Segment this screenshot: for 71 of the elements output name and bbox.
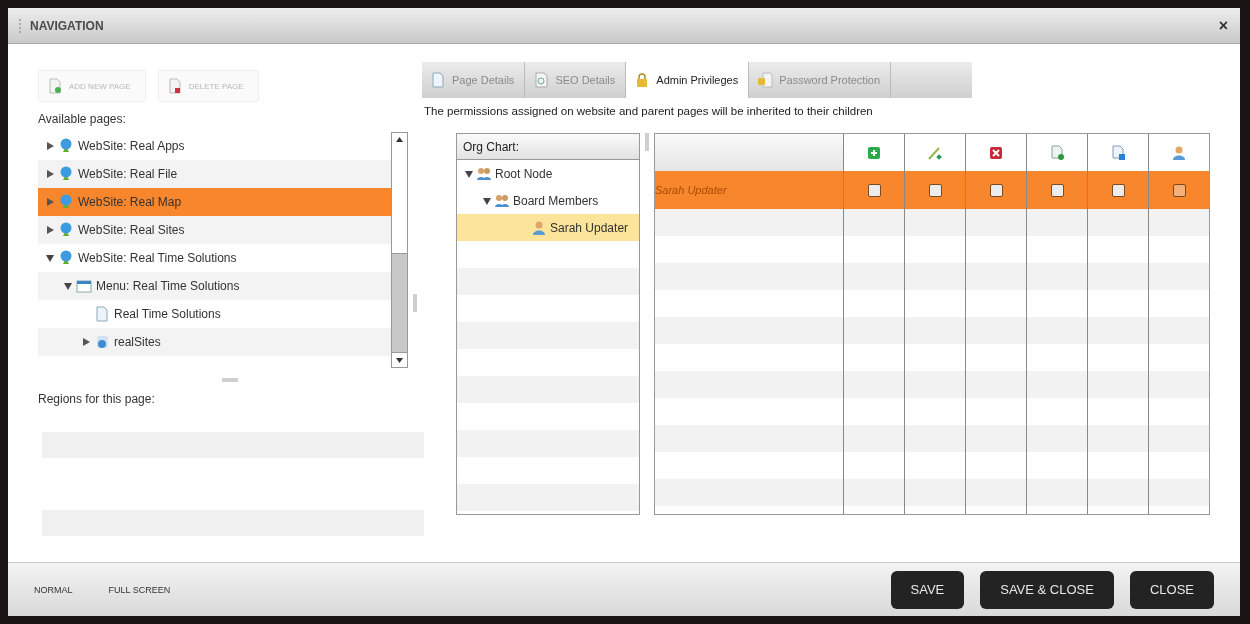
tree-item-label: Menu: Real Time Solutions [96, 279, 240, 293]
checkbox[interactable] [1050, 183, 1064, 197]
scrollbar[interactable] [391, 132, 408, 368]
tree-item-label: WebSite: Real Time Solutions [78, 251, 237, 265]
lock-document-icon [757, 72, 774, 88]
document-delete-icon [166, 78, 183, 94]
collapse-toggle[interactable] [483, 196, 491, 205]
menu-icon [76, 278, 92, 294]
person-icon [531, 219, 547, 236]
org-chart-label: Board Members [513, 193, 599, 208]
people-icon [476, 165, 492, 182]
splitter-handle[interactable] [645, 133, 649, 151]
user-name: Sarah Updater [655, 184, 727, 196]
globe-icon [58, 138, 74, 154]
tree-item[interactable]: WebSite: Real Map [38, 188, 391, 216]
checkbox[interactable] [928, 183, 942, 197]
document-icon [430, 72, 446, 88]
tab[interactable]: Admin Privileges [626, 62, 750, 98]
section-label: Available pages: [38, 112, 127, 126]
tree-item[interactable]: realSites [38, 328, 391, 356]
close-button[interactable]: × [1216, 16, 1230, 35]
tree-item-label: realSites [114, 335, 161, 349]
collapse-toggle[interactable] [465, 169, 473, 178]
expand-toggle[interactable] [46, 170, 54, 178]
org-chart-label: Sarah Updater [550, 220, 629, 235]
checkbox[interactable] [1111, 183, 1125, 197]
document-add-icon [47, 78, 63, 94]
tree-item[interactable]: WebSite: Real File [38, 160, 391, 188]
info-text: The permissions assigned on website and parent pages will be inherited to their children [424, 105, 874, 117]
expand-toggle[interactable] [46, 226, 54, 234]
section-label: Regions for this page: [38, 392, 156, 406]
view-link[interactable]: NORMAL [34, 584, 73, 595]
document-copy-icon [1110, 144, 1126, 161]
panel-header: Org Chart: [457, 134, 639, 160]
checkbox[interactable] [867, 183, 881, 197]
person-icon [1171, 144, 1187, 161]
tree-item-label: WebSite: Real Sites [78, 223, 185, 237]
tree-item-label: WebSite: Real Map [78, 195, 182, 209]
view-link[interactable]: FULL SCREEN [108, 584, 171, 595]
document-icon [94, 306, 110, 322]
org-chart-item[interactable]: Sarah Updater [457, 214, 639, 241]
expand-toggle[interactable] [46, 198, 54, 206]
delete-icon [988, 144, 1004, 161]
search-document-icon [533, 72, 550, 88]
splitter-handle[interactable] [413, 294, 417, 312]
org-chart-label: Root Node [495, 166, 553, 181]
expand-toggle[interactable] [46, 142, 54, 150]
tree-item-label: Real Time Solutions [114, 307, 221, 321]
tree-item[interactable]: WebSite: Real Sites [38, 216, 391, 244]
tree-item[interactable]: Menu: Real Time Solutions [38, 272, 391, 300]
collapse-toggle[interactable] [64, 282, 72, 290]
drag-grip-icon [18, 17, 22, 34]
expand-toggle[interactable] [82, 338, 90, 346]
action-button[interactable]: CLOSE [1129, 570, 1214, 609]
checkbox[interactable] [989, 183, 1003, 197]
globe-icon [58, 166, 74, 182]
tree-item-label: WebSite: Real Apps [78, 139, 185, 153]
action-button[interactable]: SAVE & CLOSE [980, 570, 1114, 609]
people-icon [494, 192, 510, 209]
window-title: NAVIGATION [30, 18, 105, 33]
document-add-icon [1049, 144, 1065, 161]
scroll-thumb[interactable] [392, 253, 407, 353]
globe-icon [58, 250, 74, 266]
globe-icon [94, 334, 110, 350]
action-button[interactable]: SAVE [890, 570, 965, 609]
splitter-handle[interactable] [222, 378, 238, 382]
globe-icon [58, 222, 74, 238]
collapse-toggle[interactable] [46, 254, 54, 262]
globe-icon [58, 194, 74, 210]
tree-item-label: WebSite: Real File [78, 167, 178, 181]
plus-icon [866, 144, 882, 161]
